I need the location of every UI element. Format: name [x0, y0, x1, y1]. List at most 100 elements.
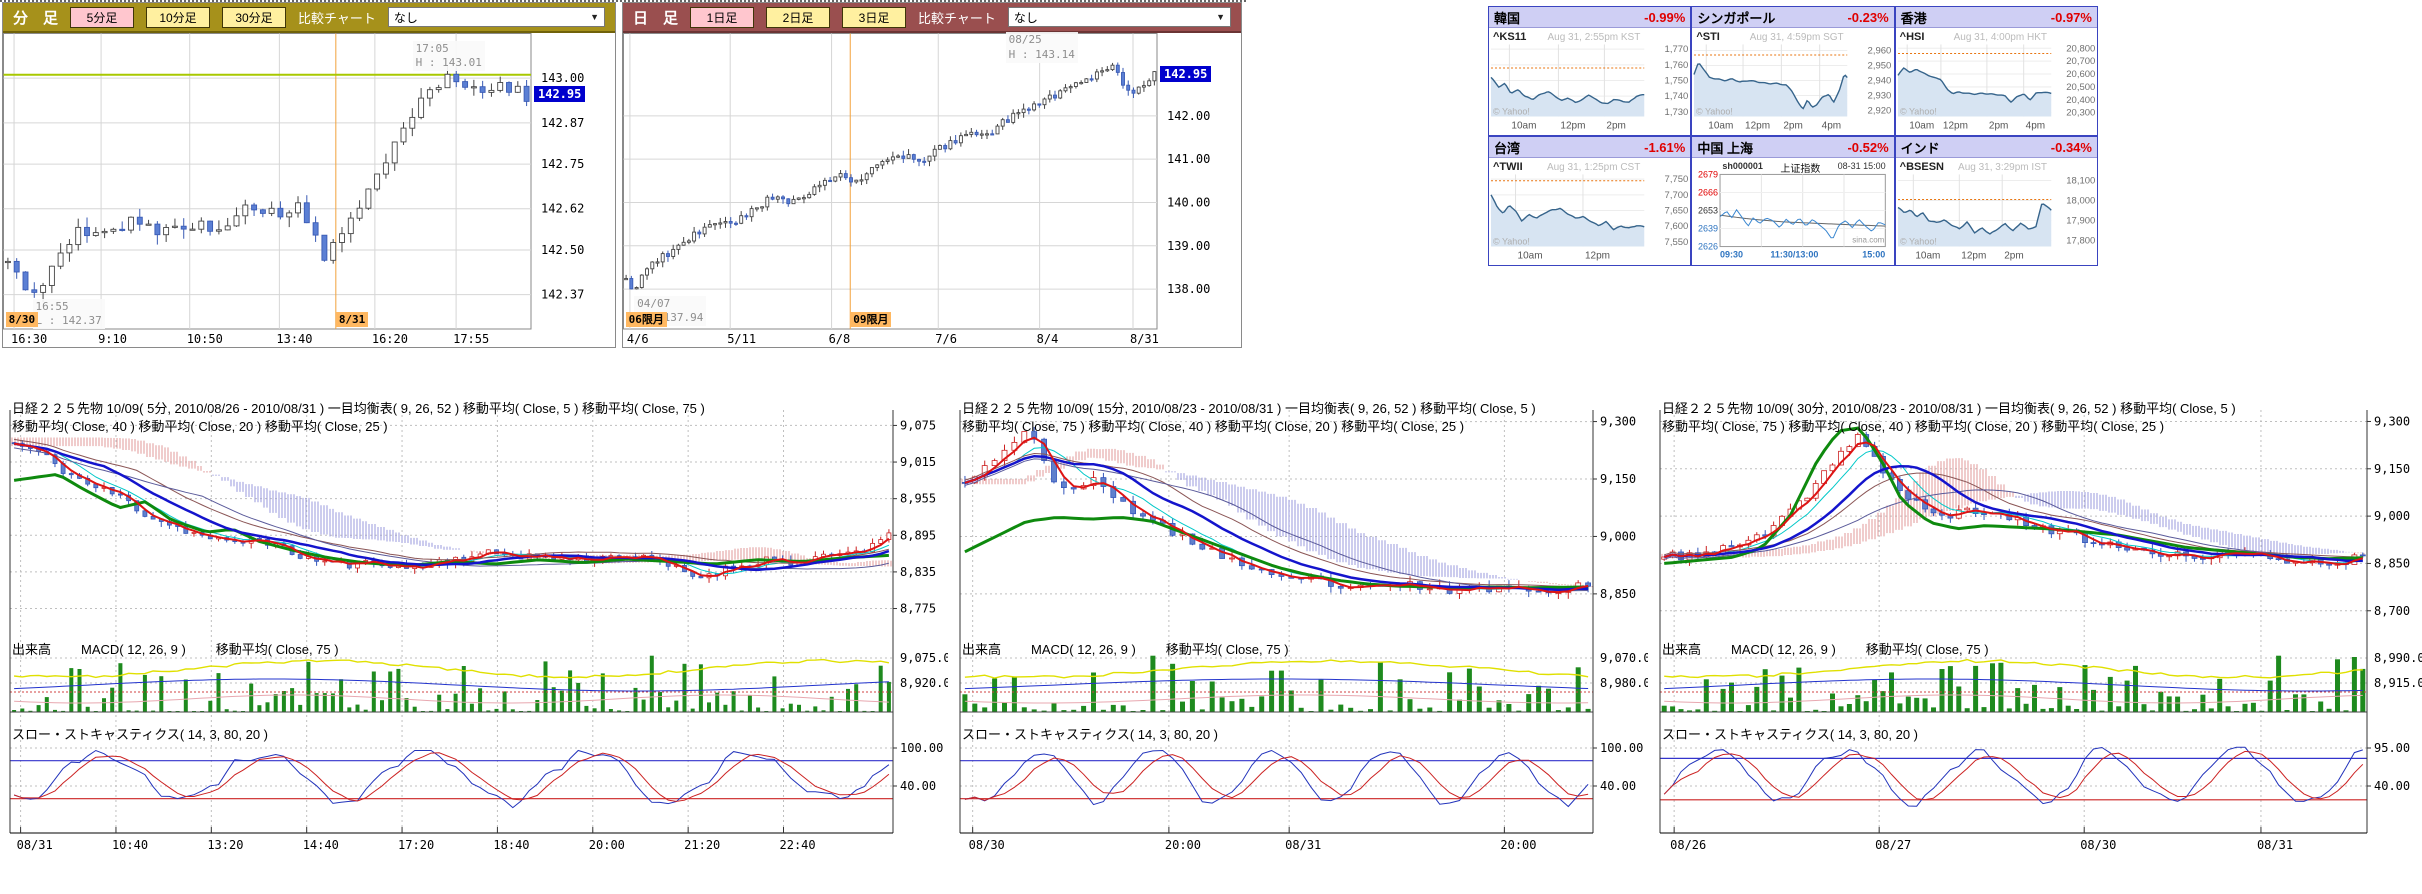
svg-text:© Yahoo!: © Yahoo! — [1493, 237, 1530, 247]
svg-text:13:40: 13:40 — [276, 332, 312, 346]
market-index-name: 上证指数 — [1780, 160, 1820, 175]
svg-text:2pm: 2pm — [1989, 121, 2008, 132]
svg-text:5/11: 5/11 — [727, 332, 756, 346]
market-timestamp: Aug 31, 2:55pm KST — [1547, 32, 1640, 43]
market-symbol: ^HSI — [1900, 31, 1925, 43]
market-cell-singapore[interactable]: シンガポール -0.23% ^STI Aug 31, 4:59pm SGT 2,… — [1692, 7, 1893, 135]
svg-text:08/31: 08/31 — [1285, 838, 1321, 852]
svg-text:9,150: 9,150 — [2374, 462, 2410, 476]
svg-text:7,700: 7,700 — [1665, 190, 1689, 201]
svg-text:7,750: 7,750 — [1665, 174, 1689, 185]
svg-text:20,600: 20,600 — [2066, 69, 2095, 80]
tech-chart-title-line2: 移動平均( Close, 75 ) 移動平均( Close, 40 ) 移動平均… — [1662, 416, 2164, 435]
ma75-label: 移動平均( Close, 75 ) — [1166, 642, 1289, 657]
svg-text:6/8: 6/8 — [829, 332, 851, 346]
market-chart-body: ^STI Aug 31, 4:59pm SGT 2,9602,9502,9402… — [1692, 28, 1893, 135]
stochastics-label: スロー・ストキャスティクス( 14, 3, 80, 20 ) — [12, 724, 268, 743]
compare-chart-select[interactable]: なし ▼ — [388, 7, 605, 27]
button-2day[interactable]: 2日足 — [766, 7, 830, 28]
button-30min[interactable]: 30分足 — [222, 7, 286, 28]
market-mini-chart: 2,9602,9502,9402,9302,92010am12pm2pm4pm©… — [1692, 28, 1893, 135]
tech-chart-title-line1: 日経２２５先物 10/09( 5分, 2010/08/26 - 2010/08/… — [12, 398, 705, 417]
market-cell-shanghai[interactable]: 中国 上海 -0.52% sh000001 上证指数 08-31 15:00 2… — [1692, 137, 1893, 265]
market-cell-hongkong[interactable]: 香港 -0.97% ^HSI Aug 31, 4:00pm HKT 20,800… — [1896, 7, 2097, 135]
svg-text:08/26: 08/26 — [1670, 838, 1706, 852]
svg-text:1,730: 1,730 — [1665, 107, 1689, 118]
svg-text:142.87: 142.87 — [541, 116, 584, 130]
svg-text:7,600: 7,600 — [1665, 221, 1689, 232]
minute-chart-title: 分 足 — [13, 7, 58, 28]
svg-text:21:20: 21:20 — [684, 838, 720, 852]
svg-text:4/6: 4/6 — [627, 332, 649, 346]
svg-text:9,075.0: 9,075.0 — [900, 651, 948, 665]
tech-chart-title-line1: 日経２２５先物 10/09( 15分, 2010/08/23 - 2010/08… — [962, 398, 1536, 417]
market-mini-chart: 20,80020,70020,60020,50020,40020,30010am… — [1896, 28, 2097, 135]
svg-text:08/27: 08/27 — [1875, 838, 1911, 852]
svg-text:4pm: 4pm — [2025, 121, 2044, 132]
svg-text:15:00: 15:00 — [1863, 250, 1886, 260]
svg-text:08/30: 08/30 — [969, 838, 1005, 852]
market-mini-chart: 7,7507,7007,6507,6007,55010am12pm© Yahoo… — [1489, 158, 1690, 265]
button-5min[interactable]: 5分足 — [70, 7, 134, 28]
svg-text:17,900: 17,900 — [2066, 216, 2095, 227]
svg-text:100.00: 100.00 — [900, 741, 943, 755]
volume-label: 出来高 — [12, 642, 51, 657]
button-1day[interactable]: 1日足 — [690, 7, 754, 28]
svg-text:9,300: 9,300 — [2374, 414, 2410, 428]
daily-chart-body: 142.00141.00140.00139.00138.004/620105/1… — [623, 33, 1241, 347]
market-cell-taiwan[interactable]: 台湾 -1.61% ^TWII Aug 31, 1:25pm CST 7,750… — [1489, 137, 1690, 265]
svg-text:16:30: 16:30 — [11, 332, 47, 346]
svg-text:9,000: 9,000 — [2374, 509, 2410, 523]
svg-text:8/31: 8/31 — [1130, 332, 1159, 346]
market-name: 韓国 — [1494, 8, 1520, 27]
market-cell-korea[interactable]: 韓国 -0.99% ^KS11 Aug 31, 2:55pm KST 1,770… — [1489, 7, 1690, 135]
svg-text:8,980.0: 8,980.0 — [1600, 676, 1648, 690]
button-10min[interactable]: 10分足 — [146, 7, 210, 28]
market-cell-india[interactable]: インド -0.34% ^BSESN Aug 31, 3:29pm IST 18,… — [1896, 137, 2097, 265]
svg-text:20,300: 20,300 — [2066, 108, 2095, 119]
svg-text:sina.com: sina.com — [1853, 236, 1885, 245]
svg-text:2,920: 2,920 — [1868, 106, 1892, 117]
minute-chart-header: 分 足 5分足 10分足 30分足 比較チャート なし ▼ — [3, 3, 615, 33]
svg-text:40.00: 40.00 — [900, 779, 936, 793]
low-annotation: 16:55 L : 142.37 — [33, 299, 105, 330]
macd-label: MACD( 12, 26, 9 ) — [1031, 642, 1136, 657]
market-chart-body: ^TWII Aug 31, 1:25pm CST 7,7507,7007,650… — [1489, 158, 1690, 265]
svg-text:8,700: 8,700 — [2374, 604, 2410, 618]
svg-text:1,750: 1,750 — [1665, 76, 1689, 87]
volume-label: 出来高 — [962, 642, 1001, 657]
grid-layer — [1660, 410, 2367, 833]
button-3day[interactable]: 3日足 — [842, 7, 906, 28]
session-label: 06限月 — [626, 312, 667, 327]
svg-text:© Yahoo!: © Yahoo! — [1696, 107, 1733, 117]
tech-chart-title-line2: 移動平均( Close, 75 ) 移動平均( Close, 40 ) 移動平均… — [962, 416, 1464, 435]
market-change-pct: -0.99% — [1644, 10, 1685, 25]
svg-text:12pm: 12pm — [1745, 121, 1770, 132]
current-price-tag: 142.95 — [1160, 66, 1211, 82]
svg-text:20,500: 20,500 — [2066, 82, 2095, 93]
compare-chart-select[interactable]: なし ▼ — [1008, 7, 1231, 27]
market-chart-body: ^BSESN Aug 31, 3:29pm IST 18,10018,00017… — [1896, 158, 2097, 265]
volume-macd-label-row: 出来高MACD( 12, 26, 9 )移動平均( Close, 75 ) — [12, 639, 369, 658]
svg-text:12pm: 12pm — [1560, 121, 1585, 132]
market-chart-body: ^HSI Aug 31, 4:00pm HKT 20,80020,70020,6… — [1896, 28, 2097, 135]
session-label: 8/31 — [336, 312, 369, 327]
svg-text:8,895: 8,895 — [900, 528, 936, 542]
session-label: 09限月 — [850, 312, 891, 327]
market-name: シンガポール — [1697, 8, 1775, 27]
volume-label: 出来高 — [1662, 642, 1701, 657]
market-name: 台湾 — [1494, 138, 1520, 157]
market-cell-header: 台湾 -1.61% — [1489, 137, 1690, 158]
market-name: 香港 — [1901, 8, 1927, 27]
svg-text:20:00: 20:00 — [589, 838, 625, 852]
compare-chart-label: 比較チャート — [918, 8, 996, 27]
svg-text:7,650: 7,650 — [1665, 206, 1689, 217]
svg-text:4pm: 4pm — [1822, 121, 1841, 132]
tech-chart-panel-15min: 9,3009,1509,0008,8509,070.08,980.0100.00… — [952, 396, 1648, 894]
svg-text:138.00: 138.00 — [1167, 282, 1210, 296]
svg-text:142.37: 142.37 — [541, 288, 584, 302]
svg-text:2,940: 2,940 — [1868, 76, 1892, 87]
svg-text:11:30/13:00: 11:30/13:00 — [1771, 250, 1819, 260]
svg-text:142.75: 142.75 — [541, 157, 584, 171]
svg-text:1,770: 1,770 — [1665, 44, 1689, 55]
